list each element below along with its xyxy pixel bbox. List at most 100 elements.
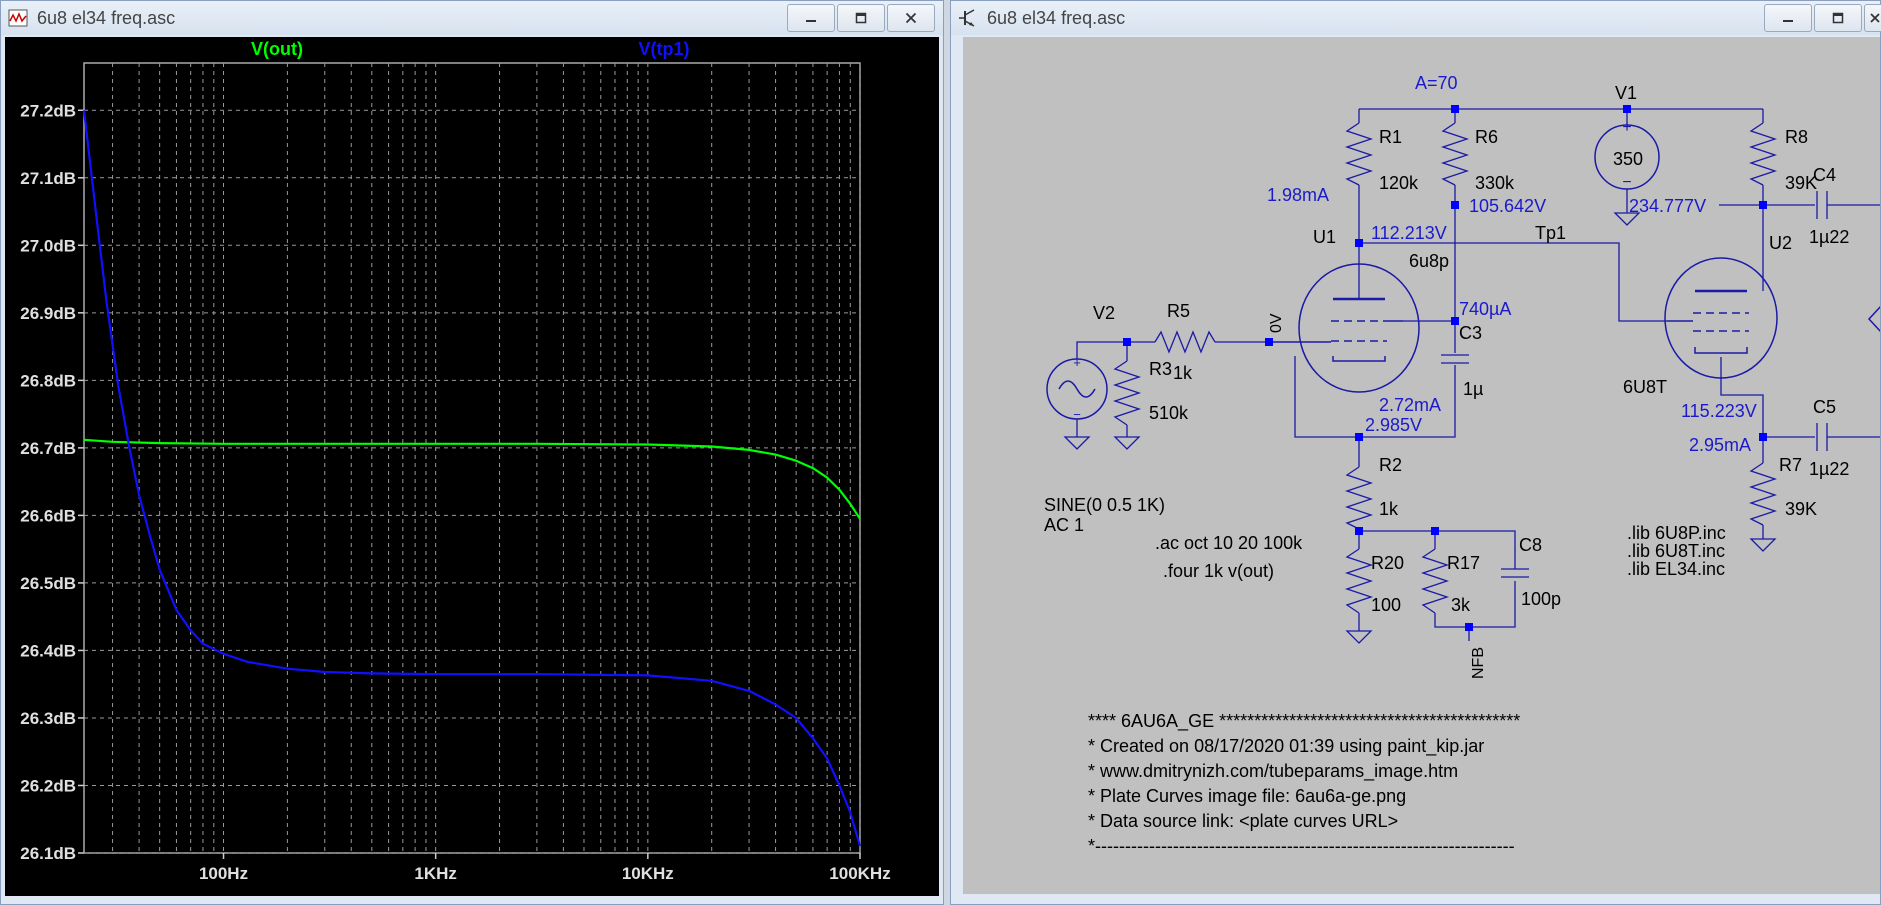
comment-line: * www.dmitrynizh.com/tubeparams_image.ht…	[1088, 761, 1458, 782]
y-tick-label: 26.9dB	[20, 304, 76, 323]
resistor-r8-body[interactable]	[1748, 122, 1778, 186]
schematic-canvas[interactable]: + − + − R1 120k R6 330k V1 350 R8 39K C4…	[963, 37, 1880, 894]
y-tick-label: 27.1dB	[20, 169, 76, 188]
node-junction	[1265, 338, 1273, 346]
node-junction	[1623, 105, 1631, 113]
voltage-source-v2[interactable]: + −	[1046, 355, 1108, 422]
label-v-r6: 105.642V	[1469, 196, 1546, 216]
tube-u1[interactable]	[1269, 263, 1420, 393]
u2-name: U2	[1769, 233, 1792, 253]
resistor-r2-body[interactable]	[1344, 466, 1374, 530]
r17-name: R17	[1447, 553, 1480, 573]
lib-directive-3: .lib EL34.inc	[1627, 559, 1725, 579]
c4-value: 1µ22	[1809, 227, 1849, 247]
schematic-drawing[interactable]: + − + − R1 120k R6 330k V1 350 R8 39K C4…	[963, 37, 1880, 858]
lib-directive-2: .lib 6U8T.inc	[1627, 541, 1725, 561]
capacitor-c4-plate[interactable]	[1816, 191, 1828, 219]
svg-text:−: −	[1073, 407, 1081, 422]
resistor-r7-body[interactable]	[1748, 462, 1778, 526]
close-icon	[1870, 13, 1880, 23]
plot-minimize-button[interactable]	[787, 4, 835, 32]
resistor-r20-body[interactable]	[1344, 548, 1374, 614]
label-v-r8: 234.777V	[1629, 196, 1706, 216]
node-junction	[1465, 623, 1473, 631]
resistor-r6-body[interactable]	[1440, 122, 1470, 186]
legend-v-out-[interactable]: V(out)	[251, 39, 303, 59]
comment-line: **** 6AU6A_GE **************************…	[1088, 711, 1520, 732]
plot-window-titlebar[interactable]: 6u8 el34 freq.asc	[1, 1, 943, 35]
plot-window: 6u8 el34 freq.asc 27.2dB 27.1dB 27.0dB 26.9…	[0, 0, 944, 905]
schematic-maximize-button[interactable]	[1814, 4, 1862, 32]
resistor-r1-body[interactable]	[1344, 122, 1374, 186]
y-tick-label: 26.5dB	[20, 574, 76, 593]
r3-value: 510k	[1149, 403, 1189, 423]
lib-directive-1: .lib 6U8P.inc	[1627, 523, 1726, 543]
x-tick-label: 100KHz	[829, 864, 890, 883]
plot-window-title: 6u8 el34 freq.asc	[37, 7, 176, 28]
label-i-screen: 740µA	[1459, 299, 1511, 319]
v2-name: V2	[1093, 303, 1115, 323]
y-tick-label: 26.2dB	[20, 776, 76, 795]
output-port-symbol	[1867, 306, 1880, 332]
v1-value: 350	[1613, 149, 1643, 169]
r5-name: R5	[1167, 301, 1190, 321]
capacitor-c8-plate[interactable]	[1501, 568, 1529, 578]
plot-maximize-button[interactable]	[837, 4, 885, 32]
schematic-statusbar	[951, 896, 1880, 904]
svg-text:+: +	[1622, 119, 1631, 136]
four-command: .four 1k v(out)	[1163, 561, 1274, 581]
ground-symbol	[1063, 435, 1091, 450]
trace-v-tp1-[interactable]	[82, 110, 862, 847]
comment-line: * Data source link: <plate curves URL>	[1088, 811, 1398, 831]
plot-statusbar	[1, 896, 943, 904]
r2-name: R2	[1379, 455, 1402, 475]
bode-plot[interactable]: 27.2dB 27.1dB 27.0dB 26.9dB 26.8dB 26.7dB 26.6…	[5, 37, 939, 902]
svg-text:+: +	[1073, 355, 1081, 370]
c3-value: 1µ	[1463, 379, 1483, 399]
schematic-minimize-button[interactable]	[1764, 4, 1812, 32]
c8-value: 100p	[1521, 589, 1561, 609]
wire	[1359, 242, 1667, 322]
trace-v-out-[interactable]	[83, 438, 861, 520]
schematic-window-titlebar[interactable]: 6u8 el34 freq.asc	[951, 1, 1881, 35]
label-v-u1-plate: 112.213V	[1371, 223, 1447, 243]
label-v-cathode1: 2.985V	[1365, 415, 1422, 435]
ground-symbol	[1113, 435, 1141, 450]
capacitor-c5-plate[interactable]	[1816, 423, 1828, 451]
node-junction	[1355, 527, 1363, 535]
plot-area[interactable]: 27.2dB 27.1dB 27.0dB 26.9dB 26.8dB 26.7dB 26.6…	[5, 37, 939, 902]
r3-name: R3	[1149, 359, 1172, 379]
label-0v: 0V	[1268, 313, 1285, 333]
ground-symbol	[1749, 537, 1777, 552]
sine-directive: SINE(0 0.5 1K)	[1044, 495, 1165, 515]
resistor-r17-body[interactable]	[1420, 548, 1450, 614]
resistor-r5-body[interactable]	[1154, 330, 1216, 354]
tp1-label: Tp1	[1535, 223, 1566, 243]
maximize-icon	[1832, 12, 1844, 24]
capacitor-c3-plate[interactable]	[1441, 354, 1469, 364]
c5-value: 1µ22	[1809, 459, 1849, 479]
r20-value: 100	[1371, 595, 1401, 615]
ground-symbol	[1345, 629, 1373, 644]
schematic-close-button[interactable]	[1864, 4, 1881, 32]
close-icon	[905, 12, 917, 24]
minimize-icon	[806, 20, 816, 22]
x-tick-label: 1KHz	[414, 864, 457, 883]
node-junction	[1451, 317, 1459, 325]
x-tick-label: 10KHz	[622, 864, 674, 883]
ac1-directive: AC 1	[1044, 515, 1084, 535]
node-junction	[1759, 433, 1767, 441]
r8-name: R8	[1785, 127, 1808, 147]
r1-value: 120k	[1379, 173, 1419, 193]
resistor-r3-body[interactable]	[1112, 360, 1142, 426]
u1-name: U1	[1313, 227, 1336, 247]
node-junction	[1123, 338, 1131, 346]
r1-name: R1	[1379, 127, 1402, 147]
wire	[1720, 357, 1815, 438]
r6-value: 330k	[1475, 173, 1515, 193]
legend-v-tp1-[interactable]: V(tp1)	[639, 39, 690, 59]
y-tick-label: 27.0dB	[20, 236, 76, 255]
waveform-icon	[7, 7, 29, 29]
plot-close-button[interactable]	[887, 4, 935, 32]
comment-line: *---------------------------------------…	[1088, 836, 1515, 856]
